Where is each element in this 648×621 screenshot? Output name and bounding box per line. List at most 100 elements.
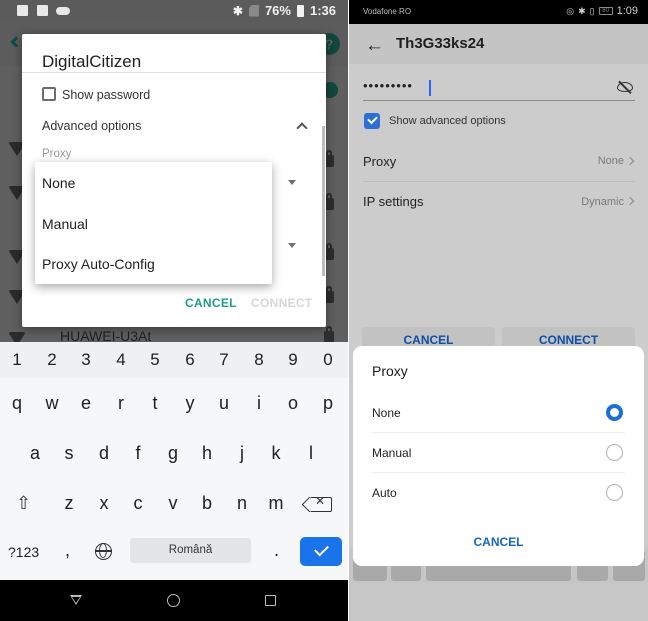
divider xyxy=(22,72,326,73)
key[interactable]: k xyxy=(261,443,291,464)
proxy-dialog: Proxy None Manual Auto CANCEL xyxy=(353,346,644,566)
right-phone: Vodafone RO ◎ ✱ ▯ 80 1:09 ← Th3G33ks24 •… xyxy=(349,0,648,621)
radio-none-selected[interactable] xyxy=(606,404,623,421)
proxy-option-manual[interactable]: Manual xyxy=(372,446,411,460)
battery-icon: 80 xyxy=(598,7,613,15)
bluetooth-icon: ✱ xyxy=(232,3,243,18)
proxy-row-value[interactable]: None xyxy=(598,155,624,167)
document-icon xyxy=(17,5,28,16)
symbols-key[interactable]: ?123 xyxy=(8,544,39,560)
key[interactable]: v xyxy=(158,493,188,514)
advanced-options-toggle[interactable]: Advanced options xyxy=(42,119,141,133)
key[interactable]: 7 xyxy=(209,350,239,370)
cloud-icon xyxy=(56,7,70,15)
key[interactable]: h xyxy=(192,443,222,464)
text-cursor xyxy=(429,80,431,96)
key[interactable]: z xyxy=(54,493,84,514)
space-bar[interactable]: Română xyxy=(130,538,251,563)
ip-settings-row-label[interactable]: IP settings xyxy=(363,194,423,209)
key[interactable]: s xyxy=(54,443,84,464)
vibrate-icon: ▯ xyxy=(589,5,595,16)
dropdown-arrow-icon[interactable] xyxy=(288,243,296,248)
key[interactable]: g xyxy=(158,443,188,464)
proxy-option-none[interactable]: None xyxy=(42,163,262,203)
hide-password-icon[interactable] xyxy=(617,82,633,92)
key[interactable]: b xyxy=(192,493,222,514)
key[interactable]: o xyxy=(278,393,308,414)
clock: 1:36 xyxy=(309,3,336,18)
key[interactable]: 5 xyxy=(140,350,170,370)
key[interactable]: f xyxy=(123,443,153,464)
key[interactable]: u xyxy=(209,393,239,414)
proxy-option-auto-config[interactable]: Proxy Auto-Config xyxy=(42,244,262,284)
key[interactable]: y xyxy=(175,393,205,414)
key[interactable]: x xyxy=(89,493,119,514)
key[interactable]: 1 xyxy=(2,350,32,370)
proxy-option-manual[interactable]: Manual xyxy=(42,204,262,244)
proxy-option-auto[interactable]: Auto xyxy=(372,486,397,500)
show-password-label[interactable]: Show password xyxy=(62,88,150,102)
key[interactable]: 6 xyxy=(175,350,205,370)
key[interactable]: 2 xyxy=(37,350,67,370)
no-sim-icon xyxy=(248,4,259,17)
battery-percent: 76% xyxy=(264,3,291,18)
key[interactable]: e xyxy=(71,393,101,414)
nav-home-icon[interactable] xyxy=(167,594,180,607)
input-underline xyxy=(363,100,635,101)
key[interactable]: i xyxy=(244,393,274,414)
globe-icon[interactable] xyxy=(95,543,112,560)
carrier-name: Vodafone RO xyxy=(363,7,412,16)
dialog-title: DigitalCitizen xyxy=(42,52,142,71)
radio-auto[interactable] xyxy=(606,484,623,501)
done-key[interactable] xyxy=(300,537,342,566)
show-advanced-checkbox[interactable] xyxy=(364,113,380,129)
key[interactable]: w xyxy=(37,393,67,414)
key[interactable]: l xyxy=(296,443,326,464)
divider xyxy=(372,432,625,433)
key[interactable]: 4 xyxy=(106,350,136,370)
backspace-icon: ✕ xyxy=(315,494,326,508)
key[interactable]: d xyxy=(89,443,119,464)
key[interactable]: c xyxy=(123,493,153,514)
period-key[interactable]: . xyxy=(274,540,279,561)
cancel-button[interactable]: CANCEL xyxy=(185,296,237,310)
key[interactable]: n xyxy=(227,493,257,514)
dialog-cancel-button[interactable]: CANCEL xyxy=(353,535,644,549)
key[interactable]: 8 xyxy=(244,350,274,370)
comma-key[interactable]: , xyxy=(65,540,70,561)
backspace-key[interactable]: ✕ xyxy=(310,494,332,512)
network-title: Th3G33ks24 xyxy=(396,35,485,52)
key[interactable]: j xyxy=(227,443,257,464)
show-password-checkbox[interactable] xyxy=(42,87,56,101)
key[interactable]: p xyxy=(313,393,343,414)
key[interactable]: 9 xyxy=(278,350,308,370)
chevron-up-icon[interactable] xyxy=(296,122,308,134)
right-app-bar: ← Th3G33ks24 xyxy=(349,24,648,64)
back-arrow-icon[interactable]: ← xyxy=(365,35,384,57)
screenshot-comparison: ✱ 76% 1:36 ? HUAWEI-U3At DigitalCitizen … xyxy=(0,0,648,621)
radio-manual[interactable] xyxy=(606,444,623,461)
key[interactable]: q xyxy=(2,393,32,414)
key[interactable]: 0 xyxy=(313,350,343,370)
navigation-bar xyxy=(0,580,348,621)
key[interactable]: m xyxy=(261,493,291,514)
proxy-option-none[interactable]: None xyxy=(372,406,401,420)
ip-settings-row-value[interactable]: Dynamic xyxy=(581,196,624,208)
connect-button[interactable]: CONNECT xyxy=(251,296,312,310)
nav-recents-icon[interactable] xyxy=(265,595,276,606)
key[interactable]: 3 xyxy=(71,350,101,370)
nav-back-icon[interactable] xyxy=(70,595,82,605)
dropdown-arrow-icon[interactable] xyxy=(288,180,296,185)
key[interactable]: r xyxy=(106,393,136,414)
password-input[interactable]: ••••••••• xyxy=(363,78,413,93)
key[interactable]: a xyxy=(20,443,50,464)
shift-key[interactable]: ⇧ xyxy=(16,493,31,514)
key[interactable]: t xyxy=(140,393,170,414)
right-status-bar: Vodafone RO ◎ ✱ ▯ 80 1:09 xyxy=(349,0,648,24)
show-advanced-label[interactable]: Show advanced options xyxy=(389,115,506,127)
proxy-row-label[interactable]: Proxy xyxy=(363,154,396,169)
number-row: 1 2 3 4 5 6 7 8 9 0 xyxy=(0,342,348,378)
scrollbar[interactable] xyxy=(322,126,325,276)
on-screen-keyboard: 1 2 3 4 5 6 7 8 9 0 q w e r t y u i o p … xyxy=(0,342,348,580)
chevron-right-icon xyxy=(625,196,635,206)
